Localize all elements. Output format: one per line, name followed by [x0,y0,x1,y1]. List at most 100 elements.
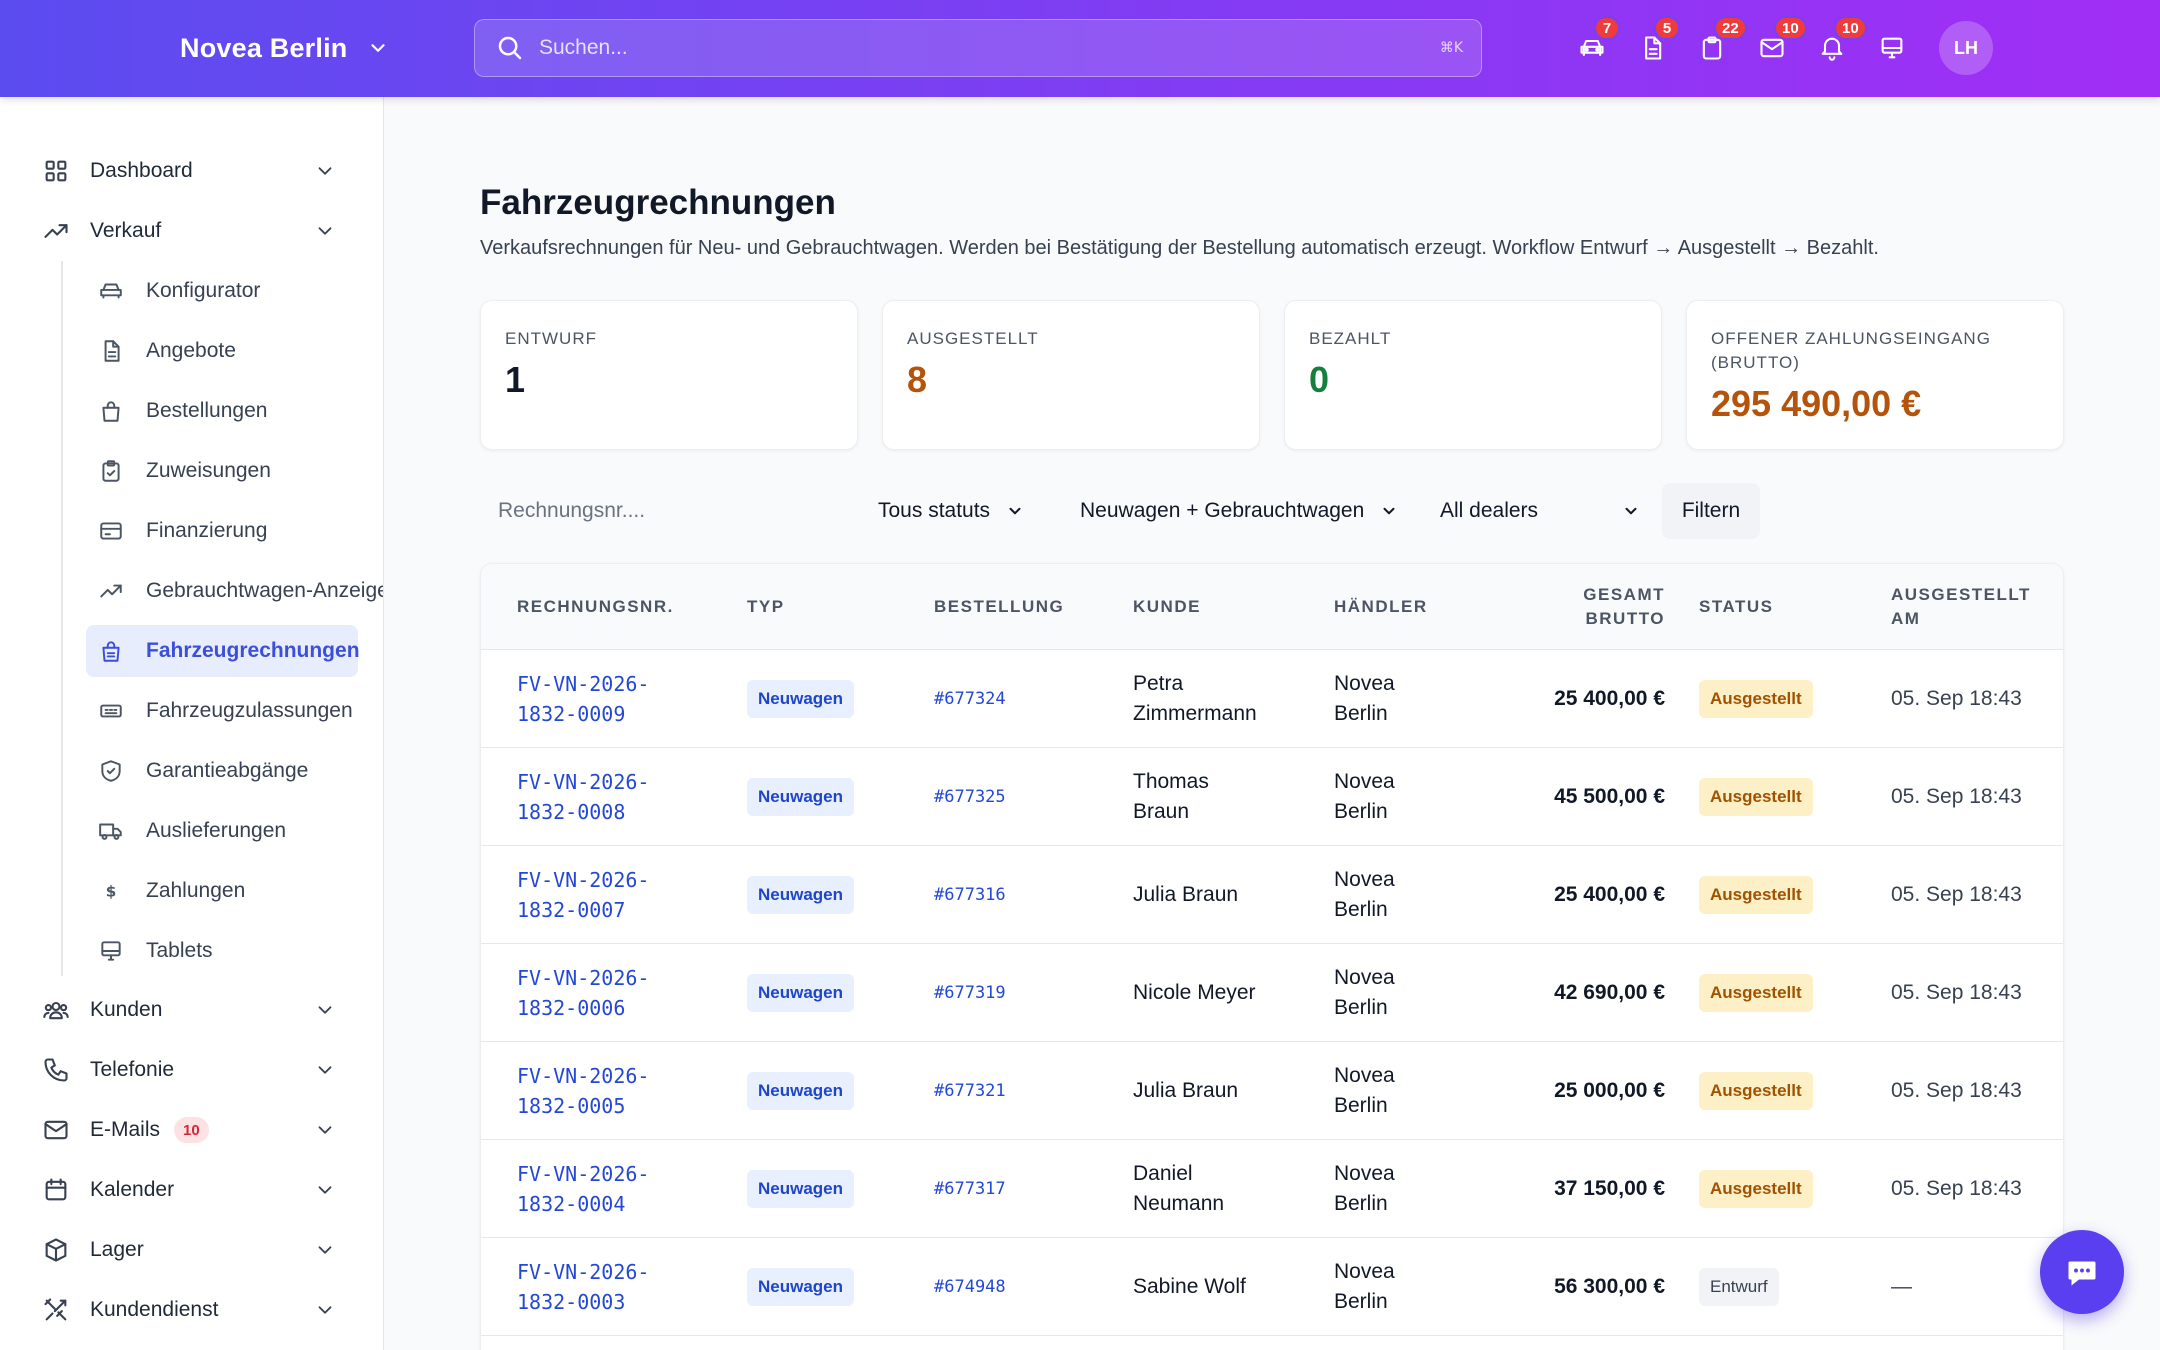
chat-button[interactable] [2040,1230,2124,1314]
sidebar-group-kundendienst[interactable]: Kundendienst [30,1285,354,1335]
column-header-brutto[interactable]: Gesamt Brutto [1521,564,1665,650]
dealer-name: Novea Berlin [1334,965,1395,1019]
invoice-number-link[interactable]: FV-VN-2026-1832-0005 [517,1061,667,1121]
sidebar-item-konfigurator[interactable]: Konfigurator [86,265,358,317]
sidebar-item-fahrzeugzulassungen[interactable]: Fahrzeugzulassungen [86,685,358,737]
sidebar: Dashboard Verkauf Konfigurator Angebote … [0,97,384,1350]
column-header-status[interactable]: Status [1699,564,1773,650]
mail-button[interactable]: 10 [1750,16,1807,70]
order-link[interactable]: #677317 [934,1174,1006,1204]
invoice-number-link[interactable]: FV-VN-2026-1832-0009 [517,669,667,729]
chevron-down-icon [318,1306,332,1314]
order-link[interactable]: #677321 [934,1076,1006,1106]
trending-up-icon [100,584,122,598]
customer-name: Sabine Wolf [1133,1274,1246,1298]
sidebar-item-bestellungen[interactable]: Bestellungen [86,385,358,437]
sidebar-item-angebote[interactable]: Angebote [86,325,358,377]
order-link[interactable]: #674948 [934,1272,1006,1302]
column-header-typ[interactable]: Typ [747,564,785,650]
sidebar-group-kunden[interactable]: Kunden [30,985,354,1035]
table-row[interactable]: FV-VN-2026-1832-0007 Neuwagen #677316 Ju… [481,846,2063,944]
user-avatar[interactable]: LH [1939,21,1993,75]
sidebar-item-label: Finanzierung [146,519,268,542]
stat-card-ausgestellt: Ausgestellt 8 [882,300,1260,450]
table-row[interactable]: FV-VN-2026-1832-0006 Neuwagen #677319 Ni… [481,944,2063,1042]
gross-amount: 45 500,00 € [1554,784,1665,808]
sidebar-group-kalender[interactable]: Kalender [30,1165,354,1215]
tablet-button[interactable] [1870,26,1914,70]
table-row[interactable]: FV-VN-2026-1832-0004 Neuwagen #677317 Da… [481,1140,2063,1238]
top-bar: Novea Berlin ⌘K 7 5 22 10 10 [0,0,2160,97]
vehicles-badge: 7 [1594,16,1620,40]
status-badge: Ausgestellt [1699,777,1813,816]
order-link[interactable]: #677316 [934,880,1006,910]
chevron-down-icon [318,227,332,235]
sidebar-group-emails[interactable]: E-Mails 10 [30,1105,354,1155]
invoice-number-link[interactable]: FV-VN-2026-1832-0006 [517,963,667,1023]
status-badge: Ausgestellt [1699,973,1813,1012]
sidebar-group-verkauf[interactable]: Verkauf [30,206,354,256]
invoice-number-search-input[interactable] [480,483,860,539]
sidebar-item-tablets[interactable]: Tablets [86,925,358,977]
invoices-table: Rechnungsnr. Typ Bestellung Kunde Händle… [480,563,2064,1350]
global-search-input[interactable] [525,20,1440,76]
column-header-kunde[interactable]: Kunde [1133,564,1201,650]
invoice-number-link[interactable]: FV-VN-2026-1832-0007 [517,865,667,925]
grid-icon [45,160,67,182]
documents-button[interactable]: 5 [1630,16,1680,70]
invoice-number-link[interactable]: FV-VN-2026-1832-0008 [517,767,667,827]
filter-submit-button[interactable]: Filtern [1662,483,1760,539]
sidebar-group-dashboard[interactable]: Dashboard [30,146,354,196]
chevron-down-icon [1383,507,1395,515]
sidebar-group-label: Kunden [90,998,163,1021]
issued-date: 05. Sep 18:43 [1891,1078,2022,1102]
sidebar-item-gebrauchtwagen-anzeigen[interactable]: Gebrauchtwagen-Anzeigen [86,565,383,617]
order-link[interactable]: #677319 [934,978,1006,1008]
column-header-ausgestellt[interactable]: Ausgestellt am [1891,564,2041,650]
shopping-bag-icon [102,401,120,422]
status-badge: Ausgestellt [1699,679,1813,718]
table-row[interactable]: FV-VN-2026-1832-0003 Neuwagen #674948 Sa… [481,1238,2063,1336]
stat-label: Entwurf [505,329,597,348]
table-row[interactable]: FV-VN-2026-1832-0008 Neuwagen #677325 Th… [481,748,2063,846]
order-link[interactable]: #677325 [934,782,1006,812]
invoice-number-link[interactable]: FV-VN-2026-1832-0003 [517,1257,667,1317]
order-link[interactable]: #677324 [934,684,1006,714]
chat-bubble-icon [2068,1261,2096,1286]
sidebar-item-zahlungen[interactable]: $ Zahlungen [86,865,358,917]
status-badge: Ausgestellt [1699,875,1813,914]
table-row[interactable]: FV-VN-2026-1832-0005 Neuwagen #677321 Ju… [481,1042,2063,1140]
type-filter-select[interactable]: Neuwagen + Gebrauchtwagen [1080,483,1398,539]
sidebar-group-label: Dashboard [90,159,193,182]
chevron-down-icon [318,167,332,175]
table-row[interactable]: FV-VN-2026-1832-0009 Neuwagen #677324 Pe… [481,650,2063,748]
type-badge: Neuwagen [747,1169,855,1208]
invoice-number-link[interactable]: FV-VN-2026-1832-0004 [517,1159,667,1219]
column-header-nr[interactable]: Rechnungsnr. [517,564,674,650]
chevron-down-icon [318,1186,332,1194]
sidebar-item-fahrzeugrechnungen[interactable]: Fahrzeugrechnungen [86,625,360,677]
filter-bar: Tous statuts Neuwagen + Gebrauchtwagen A… [480,483,2062,539]
column-header-bestellung[interactable]: Bestellung [934,564,1064,650]
license-plate-icon [100,704,122,718]
sidebar-item-finanzierung[interactable]: Finanzierung [86,505,358,557]
dealer-name: Novea Berlin [1334,867,1395,921]
dollar-icon: $ [106,882,117,900]
vehicles-button[interactable]: 7 [1570,16,1620,70]
sidebar-group-telefonie[interactable]: Telefonie [30,1045,354,1095]
sidebar-item-auslieferungen[interactable]: Auslieferungen [86,805,358,857]
brand-name: Novea Berlin [180,32,348,63]
dealer-switcher[interactable]: Novea Berlin [180,28,389,68]
dealer-filter-value: All dealers [1440,499,1539,522]
dealer-filter-select[interactable]: All dealers [1440,483,1640,539]
tasks-button[interactable]: 22 [1690,16,1747,70]
sidebar-group-lager[interactable]: Lager [30,1225,354,1275]
sidebar-item-zuweisungen[interactable]: Zuweisungen [86,445,358,497]
sidebar-item-label: Tablets [146,939,213,962]
sidebar-item-label: Auslieferungen [146,819,287,842]
status-filter-select[interactable]: Tous statuts [878,483,1024,539]
column-header-haendler[interactable]: Händler [1334,564,1428,650]
sidebar-item-garantieabgaenge[interactable]: Garantieabgänge [86,745,358,797]
chevron-down-icon [318,1126,332,1134]
notifications-button[interactable]: 10 [1810,16,1867,70]
